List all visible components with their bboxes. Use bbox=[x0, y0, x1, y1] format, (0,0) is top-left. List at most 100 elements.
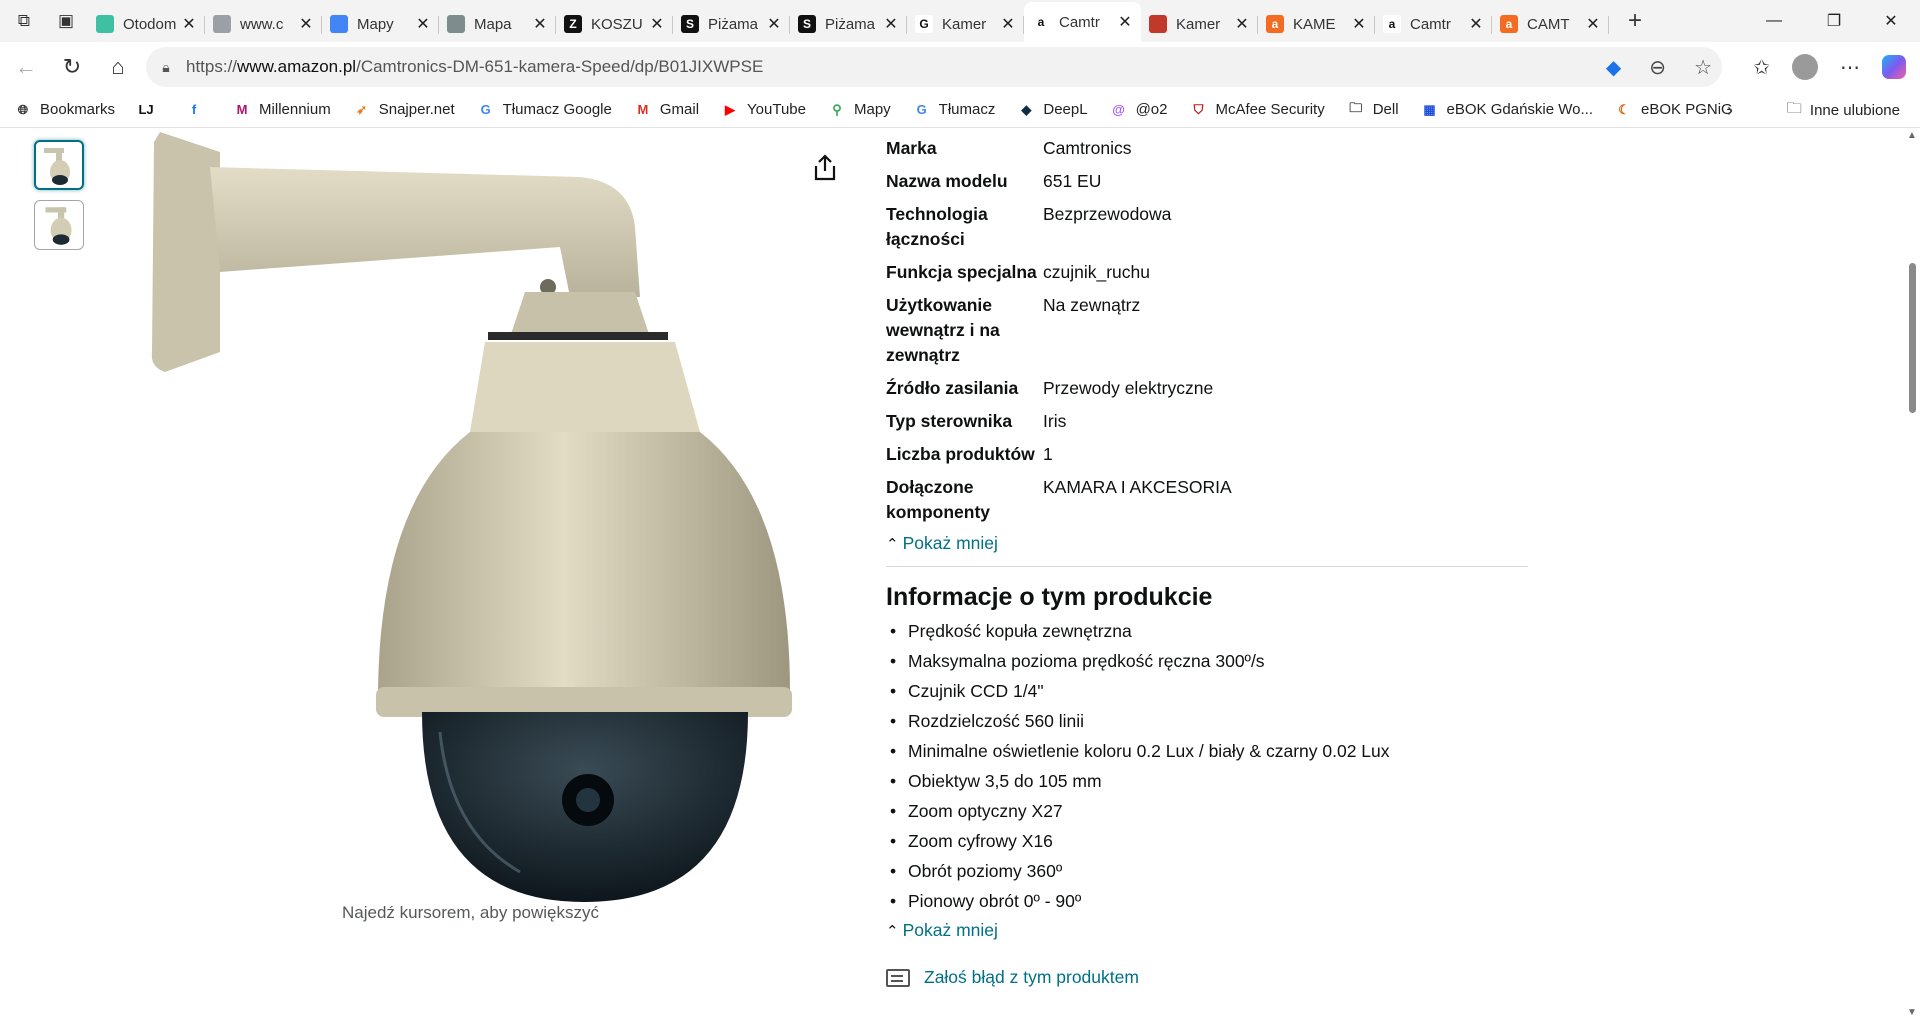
profile-avatar[interactable] bbox=[1792, 54, 1818, 80]
translate-icon: G bbox=[480, 102, 491, 117]
bookmark-item[interactable]: M Millennium bbox=[233, 101, 331, 119]
close-tab-icon[interactable]: ✕ bbox=[532, 14, 548, 34]
bookmark-item[interactable]: ◆ DeepL bbox=[1017, 101, 1087, 119]
bookmark-item[interactable]: 🌐︎ Bookmarks bbox=[14, 101, 115, 119]
camera-thumbnail-image bbox=[44, 148, 70, 185]
spec-row: Funkcja specjalna czujnik_ruchu bbox=[886, 260, 1526, 285]
tab-favicon-icon: S bbox=[798, 15, 816, 33]
bookmark-item[interactable]: ⛉ McAfee Security bbox=[1189, 101, 1325, 119]
url-text[interactable]: https://www.amazon.pl/Camtronics-DM-651-… bbox=[186, 57, 763, 77]
close-tab-icon[interactable]: ✕ bbox=[766, 14, 782, 34]
bookmark-item[interactable]: ⚲ Mapy bbox=[828, 101, 890, 119]
restore-button[interactable]: ❐ bbox=[1805, 0, 1863, 42]
browser-tab[interactable]: Otodom ✕ bbox=[88, 6, 205, 42]
scroll-down-icon[interactable]: ▼ bbox=[1907, 1007, 1917, 1018]
reading-view-icon[interactable]: ⊖ bbox=[1649, 55, 1666, 80]
close-tab-icon[interactable]: ✕ bbox=[1468, 14, 1484, 34]
tab-title: KOSZU bbox=[591, 15, 643, 33]
minimize-button[interactable]: — bbox=[1745, 0, 1803, 42]
close-tab-icon[interactable]: ✕ bbox=[1234, 14, 1250, 34]
thumbnail-2[interactable] bbox=[34, 200, 84, 250]
favorite-star-icon[interactable]: ☆ bbox=[1694, 55, 1712, 80]
vertical-tabs-icon[interactable]: ▣ bbox=[48, 3, 84, 39]
extension-badge-icon[interactable]: ◆ bbox=[1606, 55, 1621, 80]
back-button[interactable]: ← bbox=[6, 47, 46, 87]
spec-value: Przewody elektryczne bbox=[1043, 378, 1214, 398]
tab-favicon-icon: a bbox=[1266, 15, 1284, 33]
browser-tab[interactable]: a KAME ✕ bbox=[1258, 6, 1375, 42]
globe-icon: 🌐︎ bbox=[17, 101, 29, 117]
browser-tab[interactable]: S Piżama ✕ bbox=[673, 6, 790, 42]
spec-row: Nazwa modelu 651 EU bbox=[886, 169, 1526, 194]
lock-icon[interactable]: 🔒︎ bbox=[146, 59, 186, 76]
close-tab-icon[interactable]: ✕ bbox=[415, 14, 431, 34]
browser-tab[interactable]: Mapa ✕ bbox=[439, 6, 556, 42]
share-icon[interactable] bbox=[812, 154, 838, 182]
close-tab-icon[interactable]: ✕ bbox=[1117, 12, 1133, 32]
other-favorites[interactable]: 🗀︎ Inne ulubione bbox=[1787, 92, 1900, 128]
browser-tab[interactable]: S Piżama ✕ bbox=[790, 6, 907, 42]
tab-title: Piżama bbox=[708, 15, 759, 33]
browser-tab[interactable]: www.c ✕ bbox=[205, 6, 322, 42]
favorites-icon[interactable]: ✩ bbox=[1753, 55, 1770, 80]
chevron-right-icon[interactable]: › bbox=[1727, 100, 1733, 121]
address-bar[interactable]: 🔒︎ https://www.amazon.pl/Camtronics-DM-6… bbox=[146, 47, 1722, 87]
folder-icon: 🗀︎ bbox=[1349, 99, 1363, 115]
bookmark-item[interactable]: @ @o2 bbox=[1110, 101, 1167, 119]
bookmark-item[interactable]: f bbox=[185, 101, 211, 119]
browser-tab[interactable]: Mapy ✕ bbox=[322, 6, 439, 42]
browser-tab[interactable]: a Camtr ✕ bbox=[1024, 2, 1141, 42]
tab-list: Otodom ✕ www.c ✕ Mapy ✕ Mapa ✕ Z KOSZU ✕ S Piżama ✕ S P… bbox=[88, 0, 1609, 42]
home-button[interactable]: ⌂ bbox=[98, 47, 138, 87]
bookmark-item[interactable]: LJ bbox=[137, 101, 163, 119]
close-tab-icon[interactable]: ✕ bbox=[298, 14, 314, 34]
bookmark-label: eBOK PGNiG bbox=[1641, 101, 1733, 118]
scroll-up-icon[interactable]: ▲ bbox=[1907, 130, 1917, 141]
new-tab-button[interactable]: + bbox=[1617, 3, 1653, 39]
bookmark-label: Bookmarks bbox=[40, 101, 116, 118]
product-main-image[interactable] bbox=[140, 132, 840, 922]
close-tab-icon[interactable]: ✕ bbox=[1351, 14, 1367, 34]
close-window-button[interactable]: ✕ bbox=[1862, 0, 1920, 42]
close-tab-icon[interactable]: ✕ bbox=[883, 14, 899, 34]
bookmark-item[interactable]: ☾ eBOK PGNiG bbox=[1615, 101, 1733, 119]
bookmark-item[interactable]: ▦ eBOK Gdańskie Wo... bbox=[1421, 101, 1593, 119]
maps-icon: ⚲ bbox=[832, 101, 842, 117]
close-tab-icon[interactable]: ✕ bbox=[649, 14, 665, 34]
bookmark-item[interactable]: ▶ YouTube bbox=[721, 101, 806, 119]
browser-tab[interactable]: Kamer ✕ bbox=[1141, 6, 1258, 42]
page-scrollbar[interactable]: ▲ ▼ bbox=[1904, 128, 1920, 1020]
spec-key: Marka bbox=[886, 138, 937, 158]
spec-row: Typ sterownika Iris bbox=[886, 409, 1526, 434]
spec-key: Typ sterownika bbox=[886, 411, 1013, 431]
spec-row: Marka Camtronics bbox=[886, 136, 1526, 161]
close-tab-icon[interactable]: ✕ bbox=[181, 14, 197, 34]
thumbnail-1[interactable] bbox=[34, 140, 84, 190]
copilot-icon[interactable] bbox=[1882, 55, 1906, 79]
browser-tab[interactable]: Z KOSZU ✕ bbox=[556, 6, 673, 42]
bookmark-item[interactable]: G Tłumacz Google bbox=[477, 101, 612, 119]
show-less-link[interactable]: ⌃ Pokaż mniej bbox=[886, 533, 1526, 554]
scrollbar-thumb[interactable] bbox=[1909, 263, 1916, 413]
close-tab-icon[interactable]: ✕ bbox=[1000, 14, 1016, 34]
bookmark-item[interactable]: G Tłumacz bbox=[913, 101, 996, 119]
browser-tab[interactable]: a CAMT ✕ bbox=[1492, 6, 1609, 42]
show-less-link-2[interactable]: ⌃ Pokaż mniej bbox=[886, 920, 1526, 941]
close-tab-icon[interactable]: ✕ bbox=[1585, 14, 1601, 34]
about-bullet: Rozdzielczość 560 linii bbox=[886, 706, 1526, 736]
more-menu-icon[interactable]: ⋯ bbox=[1840, 55, 1860, 80]
bookmark-item[interactable]: ➶ Snajper.net bbox=[353, 101, 454, 119]
bookmark-item[interactable]: M Gmail bbox=[634, 101, 699, 119]
browser-tab[interactable]: a Camtr ✕ bbox=[1375, 6, 1492, 42]
bookmark-item[interactable]: 🗀︎ Dell bbox=[1347, 99, 1398, 119]
chevron-up-icon: ⌃ bbox=[886, 535, 899, 553]
refresh-button[interactable]: ↻ bbox=[52, 47, 92, 87]
ebok-icon: ▦ bbox=[1423, 101, 1436, 117]
browser-tab[interactable]: G Kamer ✕ bbox=[907, 6, 1024, 42]
tab-title: Kamer bbox=[942, 15, 987, 33]
about-bullet: Obiektyw 3,5 do 105 mm bbox=[886, 766, 1526, 796]
spec-value: czujnik_ruchu bbox=[1043, 262, 1150, 282]
tab-favicon-icon bbox=[330, 15, 348, 33]
report-issue-link[interactable]: Załoś błąd z tym produktem bbox=[886, 967, 1526, 988]
workspaces-icon[interactable]: ⧉ bbox=[6, 3, 42, 39]
